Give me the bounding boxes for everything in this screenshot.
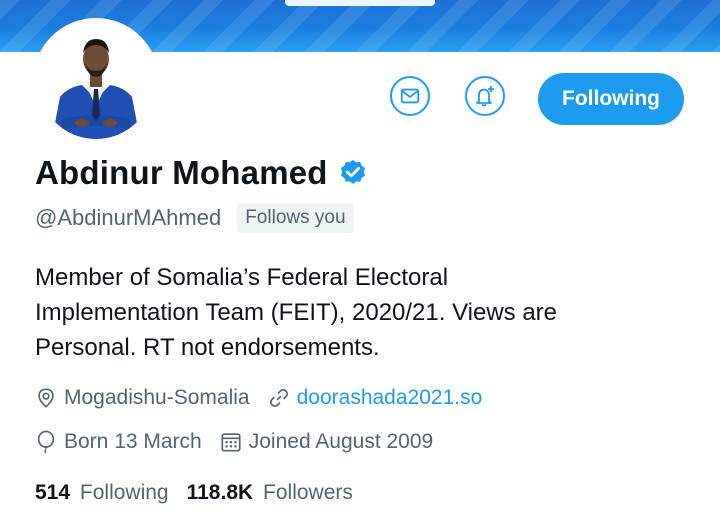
following-button[interactable]: Following — [538, 73, 684, 125]
avatar-portrait — [38, 23, 154, 139]
joined-item: Joined August 2009 — [220, 430, 434, 454]
following-label: Following — [79, 481, 169, 504]
bio-line: Member of Somalia’s Federal Electoral — [35, 264, 449, 291]
follows-you-badge: Follows you — [237, 203, 354, 233]
name-row: Abdinur Mohamed — [35, 152, 368, 194]
followers-count: 118.8K — [186, 481, 254, 504]
location-pin-icon — [38, 388, 54, 408]
followers-label: Followers — [263, 481, 353, 504]
balloon-icon — [37, 430, 55, 454]
bio-line: Implementation Team (FEIT), 2020/21. Vie… — [35, 299, 558, 326]
website-item[interactable]: doorashada2021.so — [268, 386, 483, 410]
bell-plus-icon — [476, 86, 494, 107]
birthday-text: Born 13 March — [64, 430, 202, 453]
message-button[interactable] — [390, 76, 430, 116]
bio-line: Personal. RT not endorsements. — [35, 334, 380, 361]
notify-button[interactable] — [465, 76, 505, 116]
profile-name: Abdinur Mohamed — [35, 154, 328, 191]
link-icon — [269, 388, 288, 408]
avatar-frame[interactable] — [33, 18, 159, 144]
following-stat[interactable]: 514 Following — [35, 481, 169, 505]
handle-row: @AbdinurMAhmed Follows you — [35, 203, 354, 233]
following-count: 514 — [35, 481, 71, 504]
birthday-item: Born 13 March — [35, 429, 202, 455]
calendar-icon — [221, 433, 241, 452]
followers-stat[interactable]: 118.8K Followers — [187, 481, 353, 505]
profile-bio: Member of Somalia’s Federal Electoral Im… — [35, 260, 695, 365]
verified-badge-icon — [340, 159, 365, 184]
location-item: Mogadishu-Somalia — [35, 386, 250, 410]
location-text: Mogadishu-Somalia — [64, 386, 250, 409]
envelope-icon — [400, 88, 420, 104]
profile-handle: @AbdinurMAhmed — [35, 205, 222, 230]
banner-highlight — [285, 0, 435, 6]
avatar[interactable] — [38, 23, 154, 139]
meta-row-location: Mogadishu-Somalia doorashada2021.so — [35, 386, 500, 410]
meta-row-dates: Born 13 March Joined August 2009 — [35, 429, 451, 455]
joined-text: Joined August 2009 — [248, 430, 434, 453]
stats-row: 514 Following 118.8K Followers — [35, 481, 371, 505]
website-link[interactable]: doorashada2021.so — [297, 386, 483, 410]
